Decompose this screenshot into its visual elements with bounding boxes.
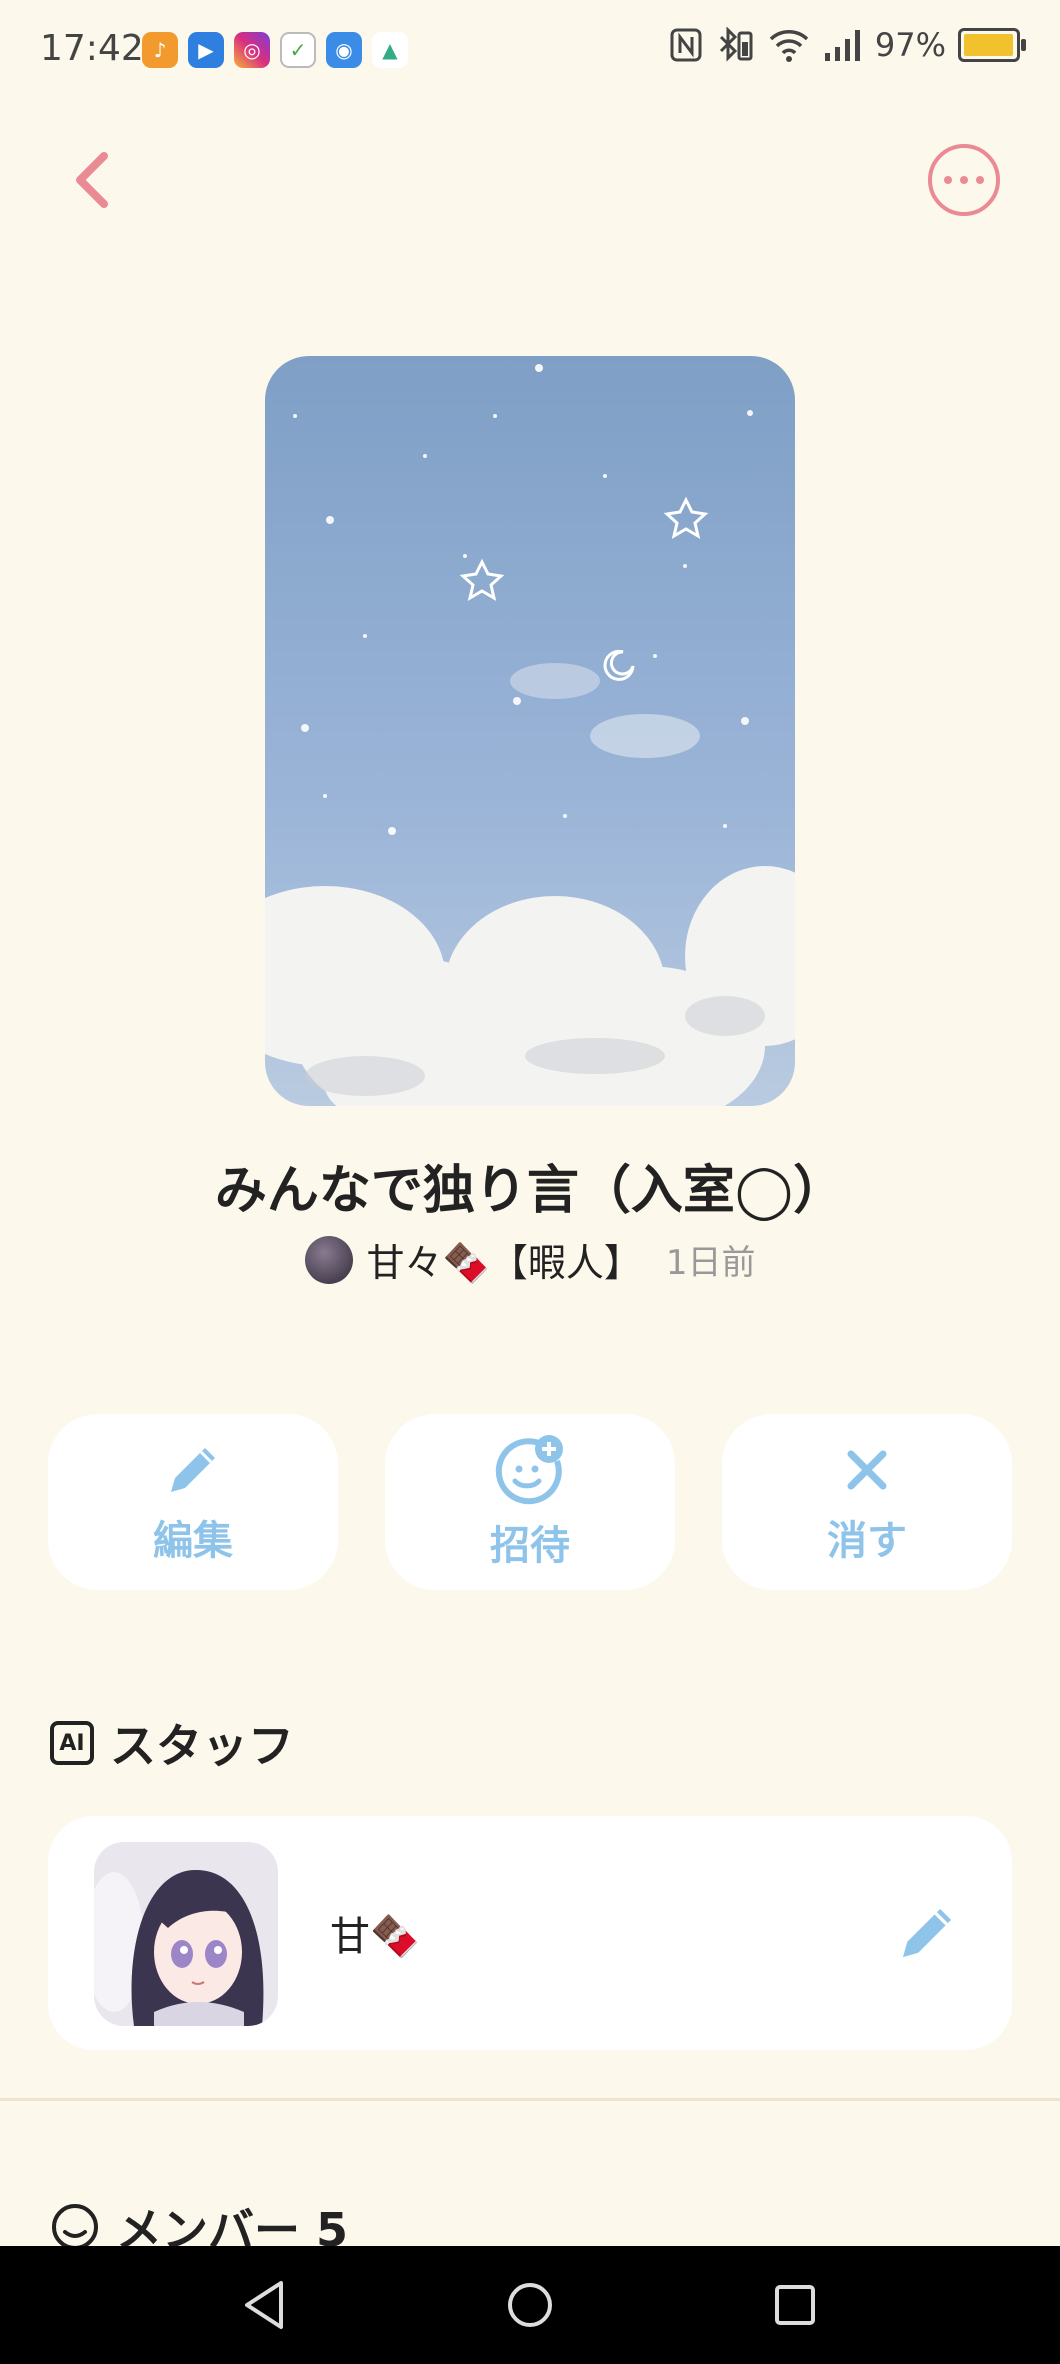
room-title: みんなで独り言（入室◯） bbox=[214, 1161, 846, 1221]
home-circle-icon bbox=[508, 2283, 552, 2327]
delete-label: 消す bbox=[827, 1518, 907, 1564]
wifi-icon bbox=[769, 30, 809, 62]
recents-square-icon bbox=[775, 2285, 815, 2325]
room-owner-row[interactable]: 甘々🍫【暇人】 1日前 bbox=[0, 1232, 1060, 1287]
delete-button[interactable]: 消す bbox=[722, 1414, 1012, 1590]
owner-avatar bbox=[304, 1235, 353, 1284]
clock-icon: ✓ bbox=[280, 32, 316, 68]
chevron-left-icon bbox=[76, 152, 108, 208]
more-horizontal-icon bbox=[944, 176, 952, 184]
staff-list-item[interactable]: 甘🍫 bbox=[48, 1816, 1012, 2050]
battery-level-fill bbox=[964, 34, 1013, 56]
staff-avatar bbox=[94, 1842, 278, 2026]
status-time: 17:42 bbox=[40, 28, 144, 69]
system-nav-bar bbox=[0, 2246, 1060, 2364]
section-divider bbox=[0, 2098, 1060, 2101]
more-options-button[interactable] bbox=[928, 144, 1000, 216]
pencil-icon bbox=[902, 1908, 952, 1958]
ai-badge-icon: AI bbox=[50, 1721, 94, 1765]
nav-back-button[interactable] bbox=[230, 2270, 300, 2340]
staff-edit-button[interactable] bbox=[892, 1898, 962, 1968]
nfc-icon bbox=[670, 28, 702, 62]
battery-icon bbox=[958, 28, 1026, 62]
staff-section-title: スタッフ bbox=[110, 1719, 294, 1773]
posted-time: 1日前 bbox=[665, 1243, 756, 1283]
room-cover-image bbox=[265, 356, 795, 1106]
music-icon: ♪ bbox=[142, 32, 178, 68]
owner-name: 甘々🍫【暇人】 bbox=[366, 1241, 642, 1285]
chrome-icon: ◉ bbox=[326, 32, 362, 68]
nav-recents-button[interactable] bbox=[760, 2270, 830, 2340]
bluetooth-battery-icon bbox=[719, 27, 753, 62]
edit-label: 編集 bbox=[153, 1518, 233, 1564]
back-triangle-icon bbox=[245, 2281, 283, 2329]
battery-percent: 97% bbox=[874, 26, 946, 64]
nav-home-button[interactable] bbox=[495, 2270, 565, 2340]
signal-icon bbox=[824, 30, 860, 61]
add-person-icon bbox=[495, 1435, 563, 1505]
youtube-icon: ▶ bbox=[188, 32, 224, 68]
back-button[interactable] bbox=[62, 140, 122, 220]
status-bar: 17:42 ♪ ▶ ◎ ✓ ◉ ▲ 97% bbox=[0, 0, 1060, 96]
staff-name: 甘🍫 bbox=[330, 1914, 420, 1960]
instagram-icon: ◎ bbox=[234, 32, 270, 68]
invite-button[interactable]: 招待 bbox=[385, 1414, 675, 1590]
close-icon bbox=[847, 1450, 887, 1490]
edit-button[interactable]: 編集 bbox=[48, 1414, 338, 1590]
maps-icon: ▲ bbox=[372, 32, 408, 68]
smile-icon bbox=[52, 2204, 98, 2250]
pencil-icon bbox=[171, 1448, 215, 1492]
invite-label: 招待 bbox=[490, 1523, 570, 1569]
notification-icons: ♪ ▶ ◎ ✓ ◉ ▲ bbox=[142, 32, 408, 68]
staff-section-header: AI スタッフ bbox=[50, 1710, 294, 1776]
system-indicators: 97% bbox=[669, 26, 1026, 64]
